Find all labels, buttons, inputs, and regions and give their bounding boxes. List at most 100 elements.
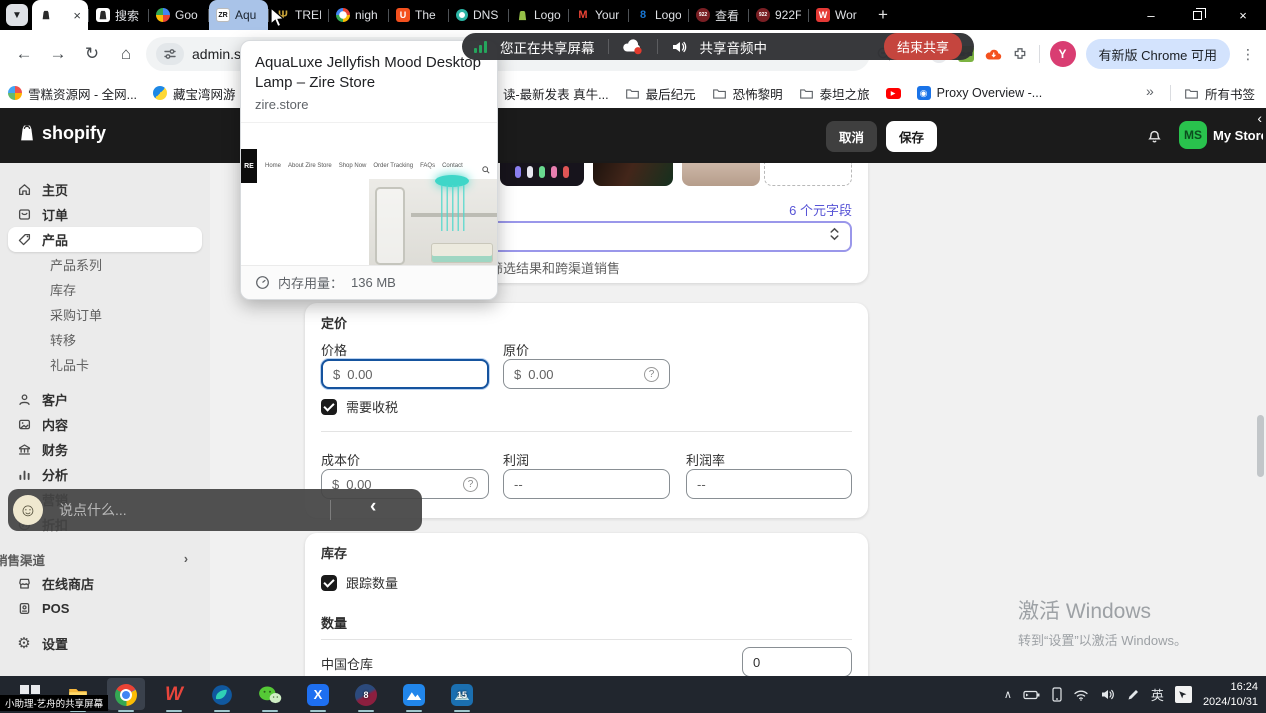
header-collapse-icon[interactable]: ‹ <box>1257 110 1262 126</box>
sidebar-item-主页[interactable]: 主页 <box>8 177 202 202</box>
taskbar-meeting-app[interactable] <box>198 676 246 713</box>
price-input[interactable]: $ 0.00 <box>321 359 489 389</box>
browser-tab[interactable]: 8Logo <box>629 0 688 30</box>
home-button[interactable]: ⌂ <box>112 40 140 68</box>
all-bookmarks-button[interactable]: 所有书签 <box>1184 78 1255 108</box>
browser-tab[interactable]: 搜索 <box>89 0 148 30</box>
phone-icon[interactable] <box>1052 687 1062 702</box>
charge-tax-row[interactable]: 需要收税 <box>321 397 398 416</box>
profit-input[interactable]: -- <box>503 469 670 499</box>
browser-tab[interactable]: UThe <box>389 0 448 30</box>
add-media-tile[interactable] <box>764 163 852 186</box>
notifications-bell-icon[interactable] <box>1146 127 1163 149</box>
close-tab-icon[interactable]: × <box>73 8 81 23</box>
taskbar-chrome[interactable] <box>102 676 150 713</box>
sidebar-item-分析[interactable]: 分析 <box>8 462 202 487</box>
chrome-update-button[interactable]: 有新版 Chrome 可用 <box>1086 39 1230 69</box>
extension-cloud-icon[interactable] <box>985 46 1002 63</box>
taskbar-app-badge-8[interactable]: 8 <box>342 676 390 713</box>
track-quantity-row[interactable]: 跟踪数量 <box>321 573 398 592</box>
reload-button[interactable]: ↻ <box>78 40 106 68</box>
new-tab-button[interactable]: + <box>878 5 888 25</box>
taskbar-app-badge-15[interactable]: 15 <box>438 676 486 713</box>
bookmark-item[interactable]: ▶ <box>886 88 901 99</box>
ime-indicator[interactable]: 英 <box>1151 685 1164 704</box>
product-media-thumbnail[interactable] <box>500 163 584 186</box>
bookmark-item[interactable]: ◉Proxy Overview -... <box>917 86 1043 100</box>
sidebar-item-内容[interactable]: 内容 <box>8 412 202 437</box>
sidebar-item-订单[interactable]: 订单 <box>8 202 202 227</box>
cancel-button[interactable]: 取消 <box>826 121 877 152</box>
checkbox-checked-icon[interactable] <box>321 399 337 415</box>
menu-dots-icon[interactable]: ⋮ <box>1240 46 1256 63</box>
profile-avatar[interactable]: Y <box>1050 41 1076 67</box>
tray-chevron-up-icon[interactable]: ∧ <box>1004 688 1012 701</box>
taskbar-mountain-docs-app[interactable] <box>390 676 438 713</box>
help-icon[interactable]: ? <box>463 477 478 492</box>
restore-button[interactable] <box>1174 0 1220 30</box>
store-name[interactable]: My Store <box>1213 128 1263 143</box>
bookmark-item[interactable]: 恐怖黎明 <box>712 84 783 103</box>
wifi-icon[interactable] <box>1073 689 1089 701</box>
bookmarks-overflow-chevron[interactable]: » <box>1146 83 1154 99</box>
site-info-icon[interactable] <box>156 43 184 65</box>
sidebar-item-库存[interactable]: 库存 <box>8 277 202 302</box>
save-button[interactable]: 保存 <box>886 121 937 152</box>
forward-button[interactable]: → <box>44 40 72 68</box>
checkbox-checked-icon[interactable] <box>321 575 337 591</box>
chat-input[interactable]: 说点什么... <box>59 500 127 520</box>
browser-tab[interactable]: 922922F <box>749 0 808 30</box>
store-avatar[interactable]: MS <box>1179 121 1207 149</box>
sidebar-item-POS[interactable]: POS <box>8 596 202 621</box>
bookmark-item[interactable]: 泰坦之旅 <box>799 84 870 103</box>
metafields-link[interactable]: 6 个元字段 <box>789 200 852 219</box>
sidebar-item-产品[interactable]: 产品 <box>8 227 202 252</box>
browser-tab[interactable]: ZRAqu <box>209 0 268 30</box>
tab-search-button[interactable]: ▼ <box>6 4 28 26</box>
chat-collapse-icon[interactable]: ‹ <box>370 496 376 518</box>
product-media-thumbnail[interactable] <box>682 163 760 186</box>
browser-tab[interactable]: 922查看 <box>689 0 748 30</box>
browser-tab[interactable]: × <box>32 0 88 30</box>
sidebar-item-财务[interactable]: 财务 <box>8 437 202 462</box>
bookmark-item[interactable]: 读-最新发表 真牛... <box>503 84 609 103</box>
tab-title: TREI <box>295 8 321 22</box>
recording-cloud-icon[interactable] <box>622 38 644 55</box>
help-icon[interactable]: ? <box>644 367 659 382</box>
battery-icon[interactable] <box>1023 690 1041 700</box>
end-share-button[interactable]: 结束共享 <box>884 33 962 60</box>
pen-icon[interactable] <box>1126 688 1140 702</box>
taskbar-wps[interactable]: W <box>150 676 198 713</box>
bookmark-item[interactable]: 雪糕资源网 - 全网... <box>8 84 137 103</box>
sidebar-item-设置[interactable]: ⚙设置 <box>8 631 202 656</box>
bookmark-item[interactable]: 最后纪元 <box>625 84 696 103</box>
browser-tab[interactable]: Logo <box>509 0 568 30</box>
product-media-thumbnail[interactable] <box>593 163 673 186</box>
browser-tab[interactable]: DNS <box>449 0 508 30</box>
bookmark-item[interactable]: 藏宝湾网游 <box>153 84 236 103</box>
sidebar-item-采购订单[interactable]: 采购订单 <box>8 302 202 327</box>
back-button[interactable]: ← <box>10 40 38 68</box>
taskbar-blue-x-app[interactable]: X <box>294 676 342 713</box>
taskbar-wechat[interactable] <box>246 676 294 713</box>
browser-tab[interactable]: MYour <box>569 0 628 30</box>
minimize-button[interactable]: – <box>1128 0 1174 30</box>
browser-tab[interactable]: WWor <box>809 0 868 30</box>
volume-icon[interactable] <box>1100 688 1115 701</box>
sidebar-item-在线商店[interactable]: 在线商店 <box>8 571 202 596</box>
compare-at-input[interactable]: $ 0.00 ? <box>503 359 670 389</box>
touch-keyboard-icon[interactable] <box>1175 686 1192 703</box>
sales-channels-header[interactable]: 销售渠道› <box>0 547 210 571</box>
close-button[interactable]: × <box>1220 0 1266 30</box>
sidebar-item-转移[interactable]: 转移 <box>8 327 202 352</box>
taskbar-clock[interactable]: 16:24 2024/10/31 <box>1203 680 1258 710</box>
sidebar-item-客户[interactable]: 客户 <box>8 387 202 412</box>
browser-tab[interactable]: Goo <box>149 0 208 30</box>
sidebar-item-产品系列[interactable]: 产品系列 <box>8 252 202 277</box>
sidebar-item-礼品卡[interactable]: 礼品卡 <box>8 352 202 377</box>
browser-tab[interactable]: nigh <box>329 0 388 30</box>
page-scrollbar[interactable] <box>1257 415 1264 477</box>
extensions-puzzle-icon[interactable] <box>1012 46 1029 63</box>
margin-input[interactable]: -- <box>686 469 852 499</box>
quantity-input[interactable]: 0 <box>742 647 852 676</box>
